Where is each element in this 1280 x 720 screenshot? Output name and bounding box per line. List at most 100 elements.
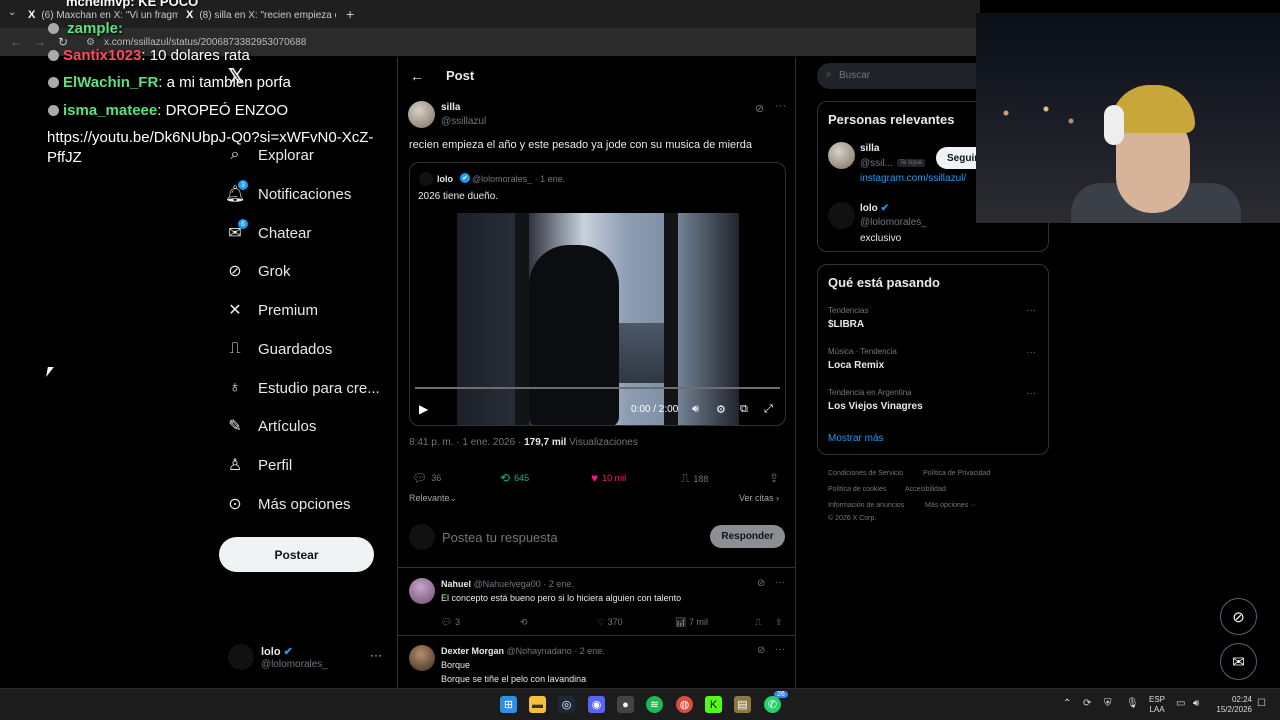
settings-icon[interactable]: ⚙	[716, 403, 726, 416]
footer-link[interactable]: Accesibilidad	[905, 486, 946, 493]
whatsapp-icon[interactable]: ✆	[764, 696, 781, 713]
post-author-handle[interactable]: @ssillazul	[441, 116, 486, 127]
grok-fab-icon[interactable]: ⊘	[1220, 598, 1257, 635]
discord-icon[interactable]: ◉	[588, 696, 605, 713]
share-icon[interactable]: ⇪	[775, 617, 783, 628]
repost-button[interactable]: ⟲ 645	[500, 471, 529, 485]
clock[interactable]: 02:24 15/2/2026	[1212, 695, 1252, 715]
spotify-icon[interactable]: ≋	[646, 696, 663, 713]
avatar[interactable]	[409, 578, 435, 604]
mic-icon[interactable]: 🎙︎	[1126, 698, 1139, 709]
nav-item-grok[interactable]: ⊘ Grok	[226, 256, 290, 286]
bookmark-icon[interactable]: ⎍	[755, 617, 761, 628]
avatar[interactable]	[828, 142, 855, 169]
show-more-link[interactable]: Mostrar más	[828, 433, 884, 444]
reply-input[interactable]: Postea tu respuesta	[442, 530, 558, 545]
nav-item-articulos[interactable]: ✎ Artículos	[226, 411, 316, 441]
grok-icon[interactable]: ⊘	[757, 645, 765, 656]
more-icon[interactable]: ···	[1026, 305, 1036, 316]
nav-item-mas-opciones[interactable]: ⊙ Más opciones	[226, 489, 350, 519]
reply-submit-button[interactable]: Responder	[710, 525, 785, 548]
footer-link[interactable]: Más opciones ···	[925, 502, 977, 509]
nav-item-notificaciones[interactable]: 🔔︎ 3 Notificaciones	[225, 179, 351, 209]
repost-icon[interactable]: ⟲	[520, 617, 528, 628]
more-icon[interactable]: ···	[1026, 388, 1036, 399]
network-icon[interactable]: ▭	[1176, 698, 1185, 709]
views-button[interactable]: 📊︎ 7 mil	[675, 617, 708, 628]
person-name[interactable]: lolo ✔	[860, 203, 889, 214]
like-button[interactable]: ♡ 370	[597, 617, 623, 628]
play-icon[interactable]: ▶	[419, 402, 428, 416]
shield-icon[interactable]: ⛨	[1104, 698, 1112, 709]
nav-item-explorar[interactable]: ⌕ Explorar	[226, 140, 314, 170]
search-input[interactable]: ⌕ Buscar	[817, 63, 987, 89]
nav-item-estudio[interactable]: ♁ Estudio para cre...	[226, 373, 380, 403]
video-progress-bar[interactable]	[415, 387, 780, 389]
footer-link[interactable]: Política de cookies	[828, 486, 886, 493]
app-icon[interactable]: ▤	[734, 696, 751, 713]
back-arrow-icon[interactable]: ←	[10, 35, 22, 49]
windows-start-icon[interactable]: ⊞	[500, 696, 517, 713]
reply-button[interactable]: 💬︎ 36	[412, 471, 441, 485]
nav-item-premium[interactable]: ✕ Premium	[226, 295, 318, 325]
kick-icon[interactable]: K	[705, 696, 722, 713]
avatar[interactable]	[828, 202, 855, 229]
person-handle[interactable]: @ssil...	[860, 158, 893, 169]
avatar[interactable]	[409, 645, 435, 671]
more-icon[interactable]: ···	[370, 648, 382, 662]
share-button[interactable]: ⇪	[769, 471, 779, 485]
grok-icon[interactable]: ⊘	[755, 102, 764, 115]
language-indicator[interactable]: ESP LAA	[1149, 695, 1165, 715]
reply-item[interactable]: Dexter Morgan @Nohaynadano · 2 ene. ⊘ ··…	[398, 636, 795, 688]
reply-author[interactable]: Nahuel @Nahuelvega00 · 2 ene.	[441, 579, 574, 589]
chevron-up-icon[interactable]: ⌃	[1063, 698, 1071, 709]
sync-icon[interactable]: ⟳	[1083, 698, 1091, 709]
reply-item[interactable]: Nahuel @Nahuelvega00 · 2 ene. ⊘ ··· El c…	[398, 569, 795, 636]
quoted-post[interactable]: lolo ✔ @lolomorales_ · 1 ene. 2026 tiene…	[409, 162, 786, 426]
account-switcher[interactable]: lolo ✔ @lolomorales_ ···	[228, 644, 388, 674]
notification-icon[interactable]: ☐	[1257, 698, 1266, 709]
view-quotes-link[interactable]: Ver citas ›	[739, 493, 779, 503]
profile-link[interactable]: instagram.com/ssillazul/	[860, 173, 966, 184]
post-author-name[interactable]: silla	[441, 102, 460, 113]
nav-item-chatear[interactable]: ✉ 6 Chatear	[226, 218, 311, 248]
back-arrow-icon[interactable]: ←	[410, 68, 424, 84]
grok-icon[interactable]: ⊘	[757, 578, 765, 589]
reply-author[interactable]: Dexter Morgan @Nohaynadano · 2 ene.	[441, 646, 605, 656]
pip-icon[interactable]: ⧉	[740, 403, 748, 416]
browser-tab-2[interactable]: X (8) silla en X: "recien empieza el ✕	[186, 4, 336, 26]
post-button[interactable]: Postear	[219, 537, 374, 572]
more-icon[interactable]: ···	[1026, 347, 1036, 358]
new-tab-button[interactable]: +	[346, 6, 354, 22]
trend-name[interactable]: Los Viejos Vinagres	[828, 401, 923, 412]
obs-icon[interactable]: ●	[617, 696, 634, 713]
person-name[interactable]: silla	[860, 143, 879, 154]
footer-link[interactable]: Política de Privacidad	[923, 470, 990, 477]
volume-icon[interactable]: 🔊︎	[692, 403, 699, 416]
forward-arrow-icon[interactable]: →	[34, 35, 46, 49]
volume-icon[interactable]: 🔊︎	[1193, 698, 1199, 709]
footer-link[interactable]: Condiciones de Servicio	[828, 470, 903, 477]
avatar[interactable]	[408, 101, 435, 128]
chrome-icon[interactable]: ◍	[676, 696, 693, 713]
folder-icon[interactable]: ▬	[529, 696, 546, 713]
person-handle[interactable]: @lolomorales_	[860, 217, 927, 228]
nav-item-guardados[interactable]: ⎍ Guardados	[226, 334, 332, 364]
trend-name[interactable]: $LIBRA	[828, 319, 864, 330]
footer-link[interactable]: Información de anuncios	[828, 502, 904, 509]
sort-dropdown[interactable]: Relevante⌄	[409, 493, 457, 504]
reply-button[interactable]: 💬︎ 3	[441, 617, 460, 628]
fullscreen-icon[interactable]: ⤢	[764, 403, 773, 416]
x-logo-icon[interactable]: 𝕏	[228, 64, 244, 89]
more-icon[interactable]: ···	[775, 644, 785, 655]
like-button[interactable]: ♥ 10 mil	[591, 471, 626, 485]
video-player[interactable]	[457, 213, 739, 425]
bookmark-button[interactable]: ⎍ 188	[681, 471, 708, 486]
nav-item-perfil[interactable]: ♙ Perfil	[226, 450, 292, 480]
more-icon[interactable]: ···	[775, 100, 786, 112]
steam-icon[interactable]: ◎	[558, 696, 575, 713]
more-icon[interactable]: ···	[775, 577, 785, 588]
trend-name[interactable]: Loca Remix	[828, 360, 884, 371]
tab-list-icon[interactable]: ⌄	[8, 7, 16, 18]
messages-fab-icon[interactable]: ✉	[1220, 643, 1257, 680]
